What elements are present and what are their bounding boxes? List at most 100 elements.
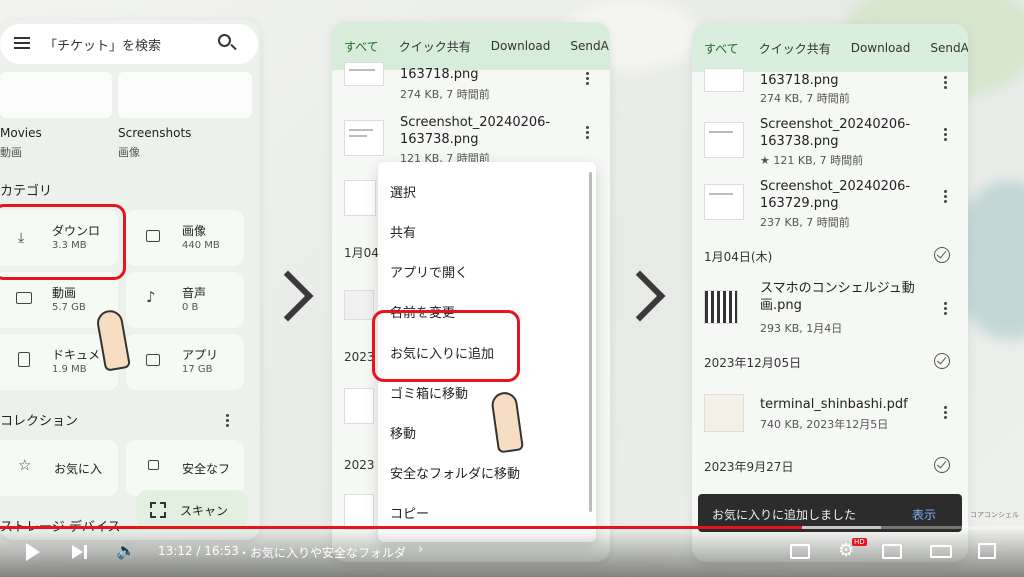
- tab-quick-share[interactable]: クイック共有: [759, 40, 831, 57]
- chevron-right-icon: [262, 270, 314, 322]
- file-name: Screenshot_20240206-163738.png: [400, 115, 551, 147]
- next-icon[interactable]: [72, 545, 83, 559]
- list-item[interactable]: スマホのコンシェルジュ動画.png 293 KB, 1月4日: [692, 276, 968, 335]
- scan-icon: [150, 502, 166, 518]
- more-options-icon[interactable]: [940, 74, 950, 91]
- more-options-icon[interactable]: [582, 70, 592, 87]
- miniplayer-icon[interactable]: [882, 544, 902, 559]
- search-placeholder: 「チケット」を検索: [44, 39, 162, 54]
- more-options-icon[interactable]: [940, 300, 950, 317]
- menu-item-select[interactable]: 選択: [390, 182, 416, 201]
- menu-item-move-to-trash[interactable]: ゴミ箱に移動: [390, 383, 468, 402]
- menu-item-move-secure-folder[interactable]: 安全なフォルダに移動: [390, 463, 520, 482]
- subtitles-icon[interactable]: [790, 544, 810, 559]
- categories-header: カテゴリ: [0, 184, 53, 199]
- collections-header: コレクション: [0, 414, 79, 429]
- more-options-icon[interactable]: [940, 188, 950, 205]
- more-options-icon[interactable]: [222, 412, 232, 429]
- category-name: アプリ: [182, 348, 219, 362]
- video-frame[interactable]: 「チケット」を検索 Movies 動画 Screenshots 画像 カテゴリ …: [0, 0, 1024, 577]
- menu-item-move[interactable]: 移動: [390, 423, 416, 442]
- list-item[interactable]: Screenshot_20240206-163729.png 237 KB, 7…: [692, 174, 968, 230]
- menu-scrollbar[interactable]: [589, 172, 592, 512]
- search-icon[interactable]: [218, 34, 237, 51]
- more-options-icon[interactable]: [940, 404, 950, 421]
- hd-badge: HD: [852, 538, 867, 546]
- collection-name: お気に入: [54, 462, 103, 476]
- file-thumbnail: [704, 68, 744, 92]
- file-thumbnail: [704, 122, 744, 158]
- file-name: 163718.png: [760, 73, 839, 88]
- image-icon: [146, 230, 160, 242]
- file-meta: 740 KB, 2023年12月5日: [760, 418, 889, 431]
- select-all-check-icon[interactable]: [934, 457, 950, 473]
- menu-icon[interactable]: [14, 37, 30, 49]
- list-item[interactable]: Screenshot_20240206-163738.png 121 KB, 7…: [332, 110, 610, 166]
- music-icon: ♪: [146, 288, 156, 306]
- menu-item-share[interactable]: 共有: [390, 222, 416, 241]
- player-controls: [0, 529, 1024, 577]
- file-name: terminal_shinbashi.pdf: [760, 397, 908, 412]
- next-bar: [84, 545, 87, 559]
- file-thumbnail: [344, 62, 384, 86]
- tab-senda[interactable]: SendA: [930, 41, 968, 55]
- more-options-icon[interactable]: [940, 126, 950, 143]
- select-all-check-icon[interactable]: [934, 247, 950, 263]
- apps-icon: [146, 354, 160, 366]
- category-name: 動画: [52, 286, 77, 300]
- video-icon: [16, 292, 32, 304]
- chevron-right-icon: [614, 270, 666, 322]
- progress-bar[interactable]: [0, 526, 1024, 529]
- select-all-check-icon[interactable]: [934, 353, 950, 369]
- category-name: 音声: [182, 286, 207, 300]
- theater-mode-icon[interactable]: [930, 545, 952, 558]
- collection-favorites[interactable]: ☆ お気に入: [0, 440, 118, 496]
- search-bar[interactable]: 「チケット」を検索: [0, 24, 258, 64]
- category-audio[interactable]: ♪ 音声 0 B: [126, 272, 244, 328]
- collection-secure-folder[interactable]: 安全なフ: [126, 440, 244, 496]
- category-size: 1.9 MB: [52, 364, 87, 375]
- category-size: 0 B: [182, 302, 199, 313]
- file-thumbnail: [344, 120, 384, 156]
- more-options-icon[interactable]: [582, 124, 592, 141]
- chapter-title[interactable]: ・お気に入りや安全なフォルダ: [238, 544, 406, 561]
- file-meta: ★ 121 KB, 7 時間前: [760, 154, 864, 167]
- recent-label: Screenshots: [118, 126, 192, 140]
- file-name: 163718.png: [400, 67, 479, 82]
- tab-quick-share[interactable]: クイック共有: [399, 38, 471, 55]
- tab-all[interactable]: すべて: [704, 40, 739, 57]
- menu-item-open-with[interactable]: アプリで開く: [390, 262, 468, 281]
- chapter-chevron-icon[interactable]: ›: [418, 542, 423, 557]
- list-item[interactable]: terminal_shinbashi.pdf 740 KB, 2023年12月5…: [692, 388, 968, 444]
- file-meta: 274 KB, 7 時間前: [400, 88, 490, 101]
- qr-thumbnail: [704, 290, 738, 324]
- files-home-panel: 「チケット」を検索 Movies 動画 Screenshots 画像 カテゴリ …: [0, 20, 260, 540]
- file-meta: 293 KB, 1月4日: [760, 322, 843, 335]
- list-item[interactable]: Screenshot_20240206-163738.png ★ 121 KB,…: [692, 112, 968, 168]
- file-thumbnail: [344, 290, 374, 320]
- menu-item-copy[interactable]: コピー: [390, 503, 429, 522]
- tab-senda[interactable]: SendA: [570, 39, 608, 53]
- tab-download[interactable]: Download: [851, 41, 911, 55]
- file-meta: 237 KB, 7 時間前: [760, 216, 850, 229]
- file-thumbnail: [344, 388, 374, 424]
- file-thumbnail: [344, 494, 374, 530]
- play-icon[interactable]: [26, 543, 40, 561]
- snackbar-view-button[interactable]: 表示: [912, 506, 936, 523]
- file-list-panel-result: すべて クイック共有 Download SendA 163718.png 274…: [692, 24, 968, 562]
- snackbar-text: お気に入りに追加しました: [712, 508, 857, 522]
- tab-all[interactable]: すべて: [344, 38, 379, 55]
- tab-download[interactable]: Download: [491, 39, 551, 53]
- time-display: 13:12 / 16:53: [158, 544, 239, 558]
- highlight-add-favorite: [372, 310, 520, 382]
- recent-thumb-movies[interactable]: [0, 72, 112, 118]
- recent-thumb-screenshots[interactable]: [118, 72, 252, 118]
- file-meta: 274 KB, 7 時間前: [760, 92, 850, 105]
- category-images[interactable]: 画像 440 MB: [126, 210, 244, 266]
- fullscreen-icon[interactable]: [978, 543, 996, 559]
- played-bar: [0, 526, 802, 529]
- volume-icon[interactable]: 🔊: [116, 541, 136, 560]
- scan-button[interactable]: スキャン: [136, 490, 248, 530]
- category-apps[interactable]: アプリ 17 GB: [126, 334, 244, 390]
- lock-icon: [148, 460, 159, 470]
